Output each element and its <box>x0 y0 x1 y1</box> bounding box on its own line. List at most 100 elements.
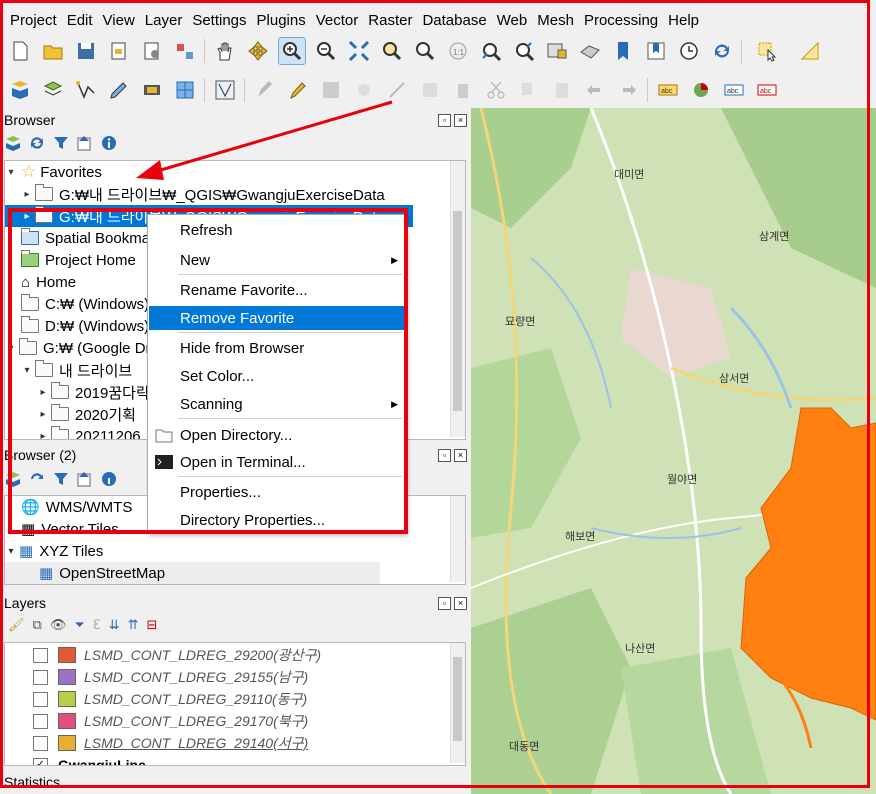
temporal-clock-icon[interactable] <box>676 38 702 64</box>
pan-hand-icon[interactable] <box>212 38 238 64</box>
style-manager-icon[interactable] <box>172 38 198 64</box>
menu-raster[interactable]: Raster <box>368 12 412 29</box>
menu-layer[interactable]: Layer <box>145 12 183 29</box>
filter-expression-icon[interactable]: ℇ <box>93 617 101 633</box>
add-vector-icon[interactable] <box>73 77 99 103</box>
map-town-label: 묘량면 <box>505 316 536 328</box>
map-town-label: 해보면 <box>565 531 596 543</box>
new-project-icon[interactable] <box>7 38 33 64</box>
collapse-all-icon[interactable] <box>76 134 94 152</box>
zoom-next-icon[interactable] <box>511 38 537 64</box>
layer-row[interactable]: LSMD_CONT_LDREG_29140(서구) <box>5 732 465 754</box>
layer-row[interactable]: ✓ GwangjuLine <box>5 754 465 765</box>
expand-all-icon[interactable]: ⇊ <box>109 617 120 633</box>
show-bookmarks-icon[interactable] <box>643 38 669 64</box>
layer-row[interactable]: LSMD_CONT_LDREG_29170(북구) <box>5 710 465 732</box>
tree-item-xyz-tiles[interactable]: ▾ ▦ XYZ Tiles <box>5 540 465 562</box>
open-project-icon[interactable] <box>40 38 66 64</box>
menu-processing[interactable]: Processing <box>584 12 658 29</box>
zoom-last-icon[interactable] <box>478 38 504 64</box>
select-by-value-icon[interactable] <box>792 38 828 64</box>
browser-scrollbar[interactable] <box>450 161 465 437</box>
new-bookmark-icon[interactable] <box>610 38 636 64</box>
new-print-layout-icon[interactable] <box>106 38 132 64</box>
map-canvas[interactable]: 대미면 삼계면 묘량면 삼서면 월야면 해보면 나산면 대동면 <box>471 108 876 794</box>
layer-row[interactable]: LSMD_CONT_LDREG_29200(광산구) <box>5 644 465 666</box>
menu-database[interactable]: Database <box>422 12 486 29</box>
hide-label-icon[interactable]: abc <box>754 77 780 103</box>
tiles-icon: ▦ <box>39 565 54 582</box>
menu-vector[interactable]: Vector <box>316 12 359 29</box>
menu-help[interactable]: Help <box>668 12 699 29</box>
layout-manager-icon[interactable] <box>139 38 165 64</box>
add-selected-layers-icon[interactable] <box>4 134 22 152</box>
map-town-label: 월야면 <box>667 474 698 486</box>
menu-web[interactable]: Web <box>497 12 528 29</box>
filter-browser-icon[interactable] <box>52 134 70 152</box>
add-layer-icon[interactable] <box>40 77 66 103</box>
layers-toolbar: 🖌 ⧉ 👁 ⏷ ℇ ⇊ ⇈ ⊟ <box>8 617 157 633</box>
select-features-icon[interactable] <box>749 38 785 64</box>
layer-visibility-checkbox[interactable] <box>33 647 48 663</box>
layer-visibility-checkbox[interactable] <box>33 691 48 707</box>
properties-info-icon[interactable] <box>100 134 118 152</box>
layer-color-swatch <box>58 647 76 663</box>
zoom-in-icon[interactable] <box>278 37 306 65</box>
style-brush-icon[interactable]: 🖌 <box>8 617 25 633</box>
filter-legend-icon[interactable]: ⏷ <box>74 617 84 633</box>
expand-arrow-icon[interactable]: ▾ <box>5 545 17 557</box>
close-panel-icon[interactable]: × <box>454 114 467 127</box>
expand-arrow-icon[interactable]: ▸ <box>21 188 33 200</box>
cut-features-icon[interactable] <box>483 77 509 103</box>
menu-edit[interactable]: Edit <box>67 12 93 29</box>
zoom-selection-icon[interactable] <box>379 38 405 64</box>
pin-label-icon[interactable]: abc <box>721 77 747 103</box>
close-panel-icon[interactable]: × <box>454 449 467 462</box>
add-group-icon[interactable]: ⧉ <box>33 617 42 633</box>
zoom-out-icon[interactable] <box>313 38 339 64</box>
zoom-native-icon[interactable]: 1:1 <box>445 38 471 64</box>
delete-selected-icon[interactable] <box>450 77 476 103</box>
menu-project[interactable]: Project <box>10 12 57 29</box>
pan-to-selection-icon[interactable] <box>245 38 271 64</box>
browser2-scrollbar[interactable] <box>450 496 465 582</box>
zoom-full-icon[interactable] <box>346 38 372 64</box>
digitize-icon[interactable] <box>106 77 132 103</box>
vertex-editor-icon[interactable] <box>417 77 443 103</box>
float-panel-icon[interactable]: ▫ <box>438 597 451 610</box>
menu-plugins[interactable]: Plugins <box>257 12 306 29</box>
menu-view[interactable]: View <box>103 12 135 29</box>
layers-scrollbar[interactable] <box>450 643 465 763</box>
data-source-manager-icon[interactable] <box>7 77 33 103</box>
layer-row[interactable]: LSMD_CONT_LDREG_29110(동구) <box>5 688 465 710</box>
copy-features-icon[interactable] <box>516 77 542 103</box>
refresh-icon[interactable] <box>709 38 735 64</box>
float-panel-icon[interactable]: ▫ <box>438 449 451 462</box>
expand-arrow-icon[interactable]: ▾ <box>5 166 17 178</box>
svg-text:abc: abc <box>760 88 772 95</box>
save-project-icon[interactable] <box>73 38 99 64</box>
collapse-all-icon[interactable]: ⇈ <box>128 617 139 633</box>
remove-layer-icon[interactable]: ⊟ <box>147 617 158 633</box>
float-panel-icon[interactable]: ▫ <box>438 114 451 127</box>
tree-item-openstreetmap[interactable]: ▦ OpenStreetMap <box>5 562 380 584</box>
redo-icon[interactable] <box>615 77 641 103</box>
visibility-eye-icon[interactable]: 👁 <box>50 617 67 633</box>
diagram-tool-icon[interactable] <box>688 77 714 103</box>
layer-visibility-checkbox[interactable] <box>33 669 48 685</box>
menu-mesh[interactable]: Mesh <box>537 12 574 29</box>
layer-row[interactable]: LSMD_CONT_LDREG_29155(남구) <box>5 666 465 688</box>
undo-icon[interactable] <box>582 77 608 103</box>
paste-features-icon[interactable] <box>549 77 575 103</box>
zoom-layer-icon[interactable] <box>412 38 438 64</box>
layer-color-swatch <box>58 691 76 707</box>
new-3d-view-icon[interactable] <box>577 38 603 64</box>
refresh-browser-icon[interactable] <box>28 134 46 152</box>
layer-visibility-checkbox[interactable] <box>33 713 48 729</box>
layer-visibility-checkbox-checked[interactable]: ✓ <box>33 757 48 765</box>
label-tool-icon[interactable]: abc <box>655 77 681 103</box>
new-map-view-icon[interactable] <box>544 38 570 64</box>
close-panel-icon[interactable]: × <box>454 597 467 610</box>
menu-settings[interactable]: Settings <box>192 12 246 29</box>
layer-visibility-checkbox[interactable] <box>33 735 48 751</box>
